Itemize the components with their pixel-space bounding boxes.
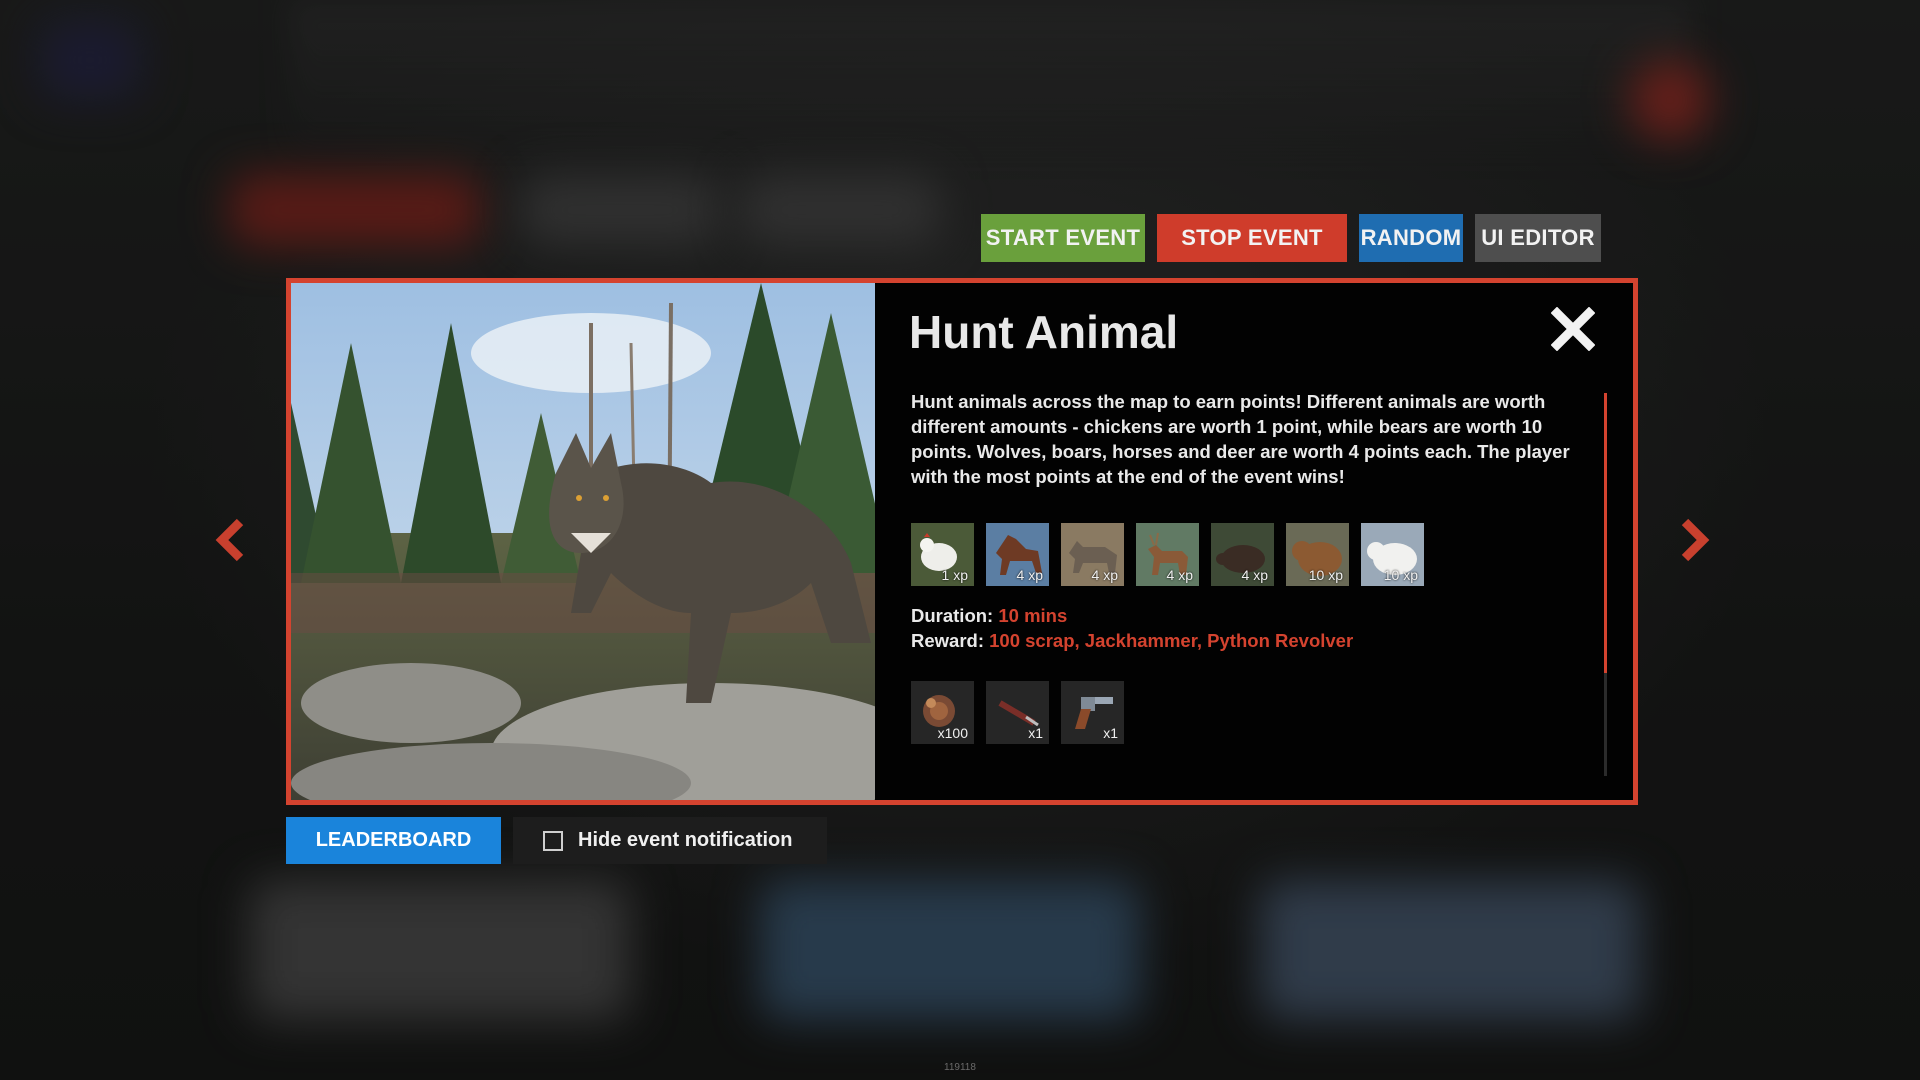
duration-value: 10 mins [998, 605, 1068, 626]
hide-notification-checkbox[interactable] [543, 830, 563, 851]
animal-tile: 4 xp [986, 523, 1049, 586]
reward-tile: x1 [986, 681, 1049, 744]
start-event-button[interactable]: START EVENT [981, 214, 1145, 262]
reward-tile: x100 [911, 681, 974, 744]
hide-notification-toggle[interactable]: Hide event notification [513, 817, 827, 864]
reward-tile: x1 [1061, 681, 1124, 744]
scrollbar-thumb[interactable] [1604, 393, 1607, 673]
action-bar: START EVENT STOP EVENT RANDOM UI EDITOR [981, 214, 1601, 262]
event-description: Hunt animals across the map to earn poin… [911, 391, 1570, 487]
previous-event-arrow-icon[interactable] [210, 516, 250, 564]
description-scrollbar[interactable] [1604, 393, 1607, 776]
reward-value: 100 scrap, Jackhammer, Python Revolver [989, 630, 1354, 651]
reward-items-list: x100 x1 x1 [911, 681, 1124, 744]
duration-label: Duration: [911, 605, 994, 626]
animal-points-list: 1 xp 4 xp 4 xp 4 xp 4 xp 10 xp 10 xp [911, 523, 1424, 586]
animal-tile: 4 xp [1136, 523, 1199, 586]
stop-event-button[interactable]: STOP EVENT [1157, 214, 1347, 262]
ui-editor-button[interactable]: UI EDITOR [1475, 214, 1601, 262]
animal-tile: 10 xp [1361, 523, 1424, 586]
reward-row: Reward: 100 scrap, Jackhammer, Python Re… [911, 628, 1353, 653]
duration-row: Duration: 10 mins [911, 603, 1353, 628]
next-event-arrow-icon[interactable] [1675, 516, 1715, 564]
random-button[interactable]: RANDOM [1359, 214, 1463, 262]
animal-tile: 10 xp [1286, 523, 1349, 586]
event-meta: Duration: 10 mins Reward: 100 scrap, Jac… [911, 603, 1353, 653]
animal-tile: 4 xp [1211, 523, 1274, 586]
event-image [291, 283, 875, 800]
close-icon[interactable] [1550, 306, 1596, 352]
animal-tile: 1 xp [911, 523, 974, 586]
reward-label: Reward: [911, 630, 984, 651]
leaderboard-button[interactable]: LEADERBOARD [286, 817, 501, 864]
hide-notification-label: Hide event notification [578, 829, 793, 851]
event-panel: Hunt Animal Hunt animals across the map … [286, 278, 1638, 805]
version-text: 119118 [944, 1062, 976, 1073]
event-details: Hunt Animal Hunt animals across the map … [875, 283, 1633, 800]
event-title: Hunt Animal [909, 306, 1179, 358]
animal-tile: 4 xp [1061, 523, 1124, 586]
